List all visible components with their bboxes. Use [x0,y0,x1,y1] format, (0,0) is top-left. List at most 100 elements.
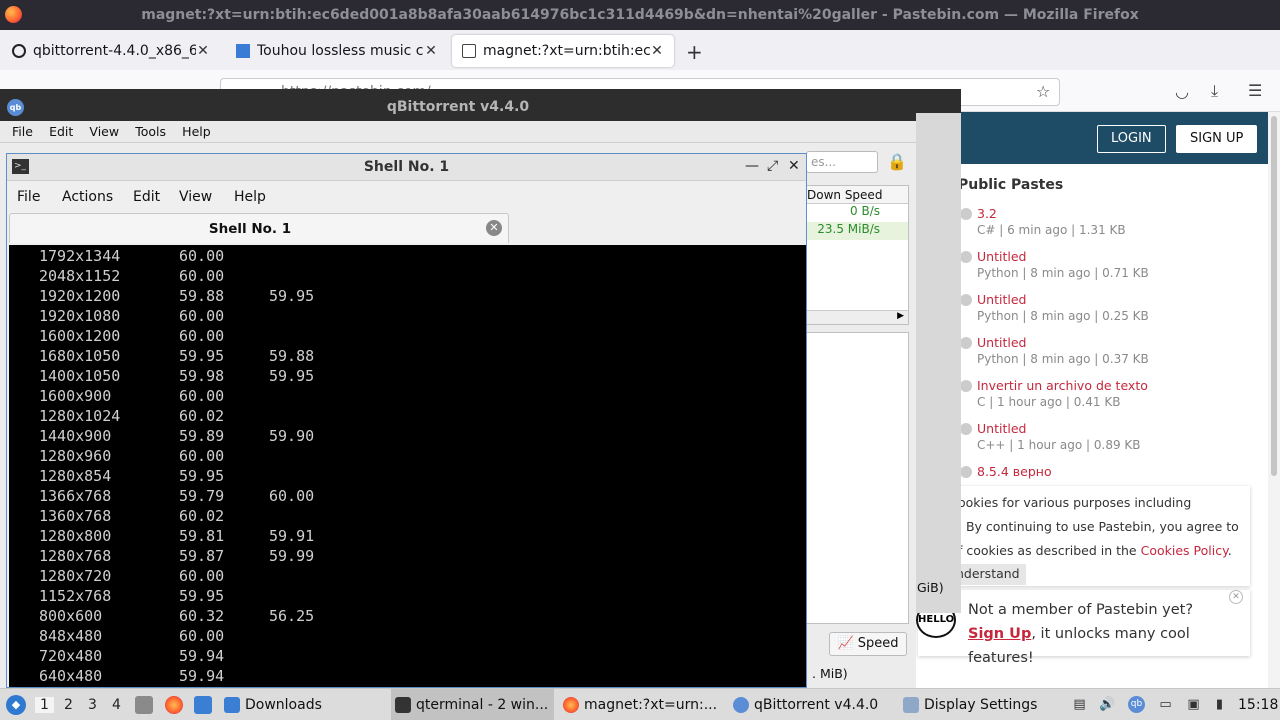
term-menu-actions[interactable]: Actions [62,189,113,205]
cookies-policy-link[interactable]: Cookies Policy [1141,543,1228,558]
qbittorrent-tray-icon[interactable]: qb [1128,696,1145,713]
close-tab-icon[interactable]: ✕ [486,220,502,236]
terminal-output[interactable]: 1792x1344 60.00 2048x1152 60.00 1920x1200 59.… [9,245,806,687]
display-icon [903,696,919,713]
refresh-rate: 59.88 [269,347,315,365]
workspace-4[interactable]: 4 [112,697,121,713]
qb-properties-panel [806,332,909,624]
paste-meta: Python | 8 min ago | 0.25 KB [977,309,1149,323]
paste-title[interactable]: 8.5.4 верно [977,464,1052,479]
show-desktop-icon[interactable] [135,696,153,714]
qb-menu-tools[interactable]: Tools [135,124,166,139]
resolution: 1440x900 [39,427,112,445]
refresh-rate: 59.95 [269,367,315,385]
tab-label: magnet:?xt=urn:btih:ec6 [483,43,650,59]
paste-title[interactable]: 3.2 [977,206,997,221]
maximize-icon[interactable]: ⤢ [767,158,778,174]
task-qbittorrent[interactable]: qBittorrent v4.4.0 [733,689,893,720]
pocket-icon[interactable]: ◡ [1175,82,1189,101]
globe-icon [960,294,972,306]
clipboard-icon[interactable]: ▤ [1071,696,1088,713]
paste-title[interactable]: Untitled [977,249,1026,264]
paste-title[interactable]: Untitled [977,421,1026,436]
qbittorrent-titlebar[interactable]: qb qBittorrent v4.4.0 [0,89,961,121]
close-icon[interactable]: ✕ [788,158,800,174]
firefox-icon [563,696,579,713]
tab-qbittorrent-download[interactable]: qbittorrent-4.4.0_x86_64 ✕ [2,35,220,67]
qb-menu-file[interactable]: File [12,124,33,139]
signup-button[interactable]: SIGN UP [1176,125,1258,153]
resolution: 1600x1200 [39,327,121,345]
menu-icon[interactable]: ☰ [1248,81,1262,100]
firefox-launcher-icon[interactable] [165,696,183,714]
term-menu-view[interactable]: View [179,189,212,205]
refresh-rate: 60.02 [179,407,225,425]
speed-graph-button[interactable]: 📈 Speed [829,632,907,656]
qb-menu-edit[interactable]: Edit [49,124,73,139]
login-button[interactable]: LOGIN [1097,125,1166,153]
github-icon [12,44,26,58]
refresh-rate: 59.90 [269,427,315,445]
task-firefox[interactable]: magnet:?xt=urn:... [563,689,723,720]
tab-touhou-music[interactable]: Touhou lossless music co ✕ [226,35,448,67]
paste-meta: C# | 6 min ago | 1.31 KB [977,223,1126,237]
close-icon[interactable]: ✕ [1229,590,1243,604]
signup-link[interactable]: Sign Up [968,626,1031,642]
refresh-rate: 59.98 [179,367,225,385]
battery-icon[interactable]: ▮ [1211,696,1228,713]
resolution: 720x480 [39,647,103,665]
refresh-rate: 60.32 [179,607,225,625]
tab-magnet-pastebin[interactable]: magnet:?xt=urn:btih:ec6 ✕ [452,35,674,67]
task-downloads[interactable]: Downloads [224,689,384,720]
column-header-down-speed[interactable]: Down Speed [807,186,908,204]
clock: 15:18 [1238,697,1279,713]
minimize-icon[interactable]: — [745,158,759,174]
new-tab-button[interactable]: + [686,40,703,64]
page-scrollbar[interactable] [1268,112,1280,688]
close-icon[interactable]: ✕ [650,43,664,59]
refresh-rate: 59.95 [179,587,225,605]
firefox-window-title: magnet:?xt=urn:btih:ec6ded001a8b8afa30aa… [141,7,1139,23]
terminal-tab[interactable]: Shell No. 1 ✕ [9,213,509,243]
term-menu-help[interactable]: Help [234,189,266,205]
notes-icon[interactable]: ▭ [1157,696,1174,713]
paste-title[interactable]: Untitled [977,335,1026,350]
refresh-rate: 60.00 [179,307,225,325]
file-manager-launcher-icon[interactable] [194,696,212,714]
resolution: 1920x1080 [39,307,121,325]
qb-filter-input[interactable]: es... [806,151,878,173]
globe-icon [960,208,972,220]
paste-title[interactable]: Invertir un archivo de texto [977,378,1148,393]
scrollbar-thumb[interactable] [1271,116,1277,476]
qbittorrent-edge [916,113,961,613]
term-menu-file[interactable]: File [17,189,40,205]
paste-title[interactable]: Untitled [977,292,1026,307]
cookie-accept-button[interactable]: nderstand [950,564,1026,585]
resolution: 1366x768 [39,487,112,505]
download-icon[interactable]: ⤓ [1211,81,1218,101]
volume-icon[interactable]: 🔊 [1099,696,1116,713]
qb-menu-help[interactable]: Help [182,124,211,139]
task-qterminal[interactable]: qterminal - 2 win... [391,689,554,720]
close-icon[interactable]: ✕ [424,43,438,59]
workspace-3[interactable]: 3 [88,697,97,713]
horizontal-scrollbar[interactable]: ▶ [807,310,908,324]
task-display-settings[interactable]: Display Settings [903,689,1043,720]
terminal-titlebar[interactable]: >_ Shell No. 1 — ⤢ ✕ [7,154,806,181]
paste-meta: C | 1 hour ago | 0.41 KB [977,395,1121,409]
qb-transfer-table[interactable]: Down Speed 0 B/s 23.5 MiB/s ▶ [806,185,909,325]
resolution: 1152x768 [39,587,112,605]
resolution: 1280x854 [39,467,112,485]
start-menu-icon[interactable]: ◆ [6,695,26,715]
refresh-rate: 60.00 [179,627,225,645]
close-icon[interactable]: ✕ [196,43,210,59]
workspace-2[interactable]: 2 [64,697,73,713]
cookie-text: . By continuing to use Pastebin, you agr… [958,519,1239,534]
globe-icon [960,251,972,263]
qb-menu-view[interactable]: View [89,124,119,139]
terminal-icon [395,696,411,713]
bookmark-star-icon[interactable]: ☆ [1036,82,1050,101]
term-menu-edit[interactable]: Edit [133,189,160,205]
network-icon[interactable]: ▣ [1185,696,1202,713]
workspace-1[interactable]: 1 [35,697,54,713]
